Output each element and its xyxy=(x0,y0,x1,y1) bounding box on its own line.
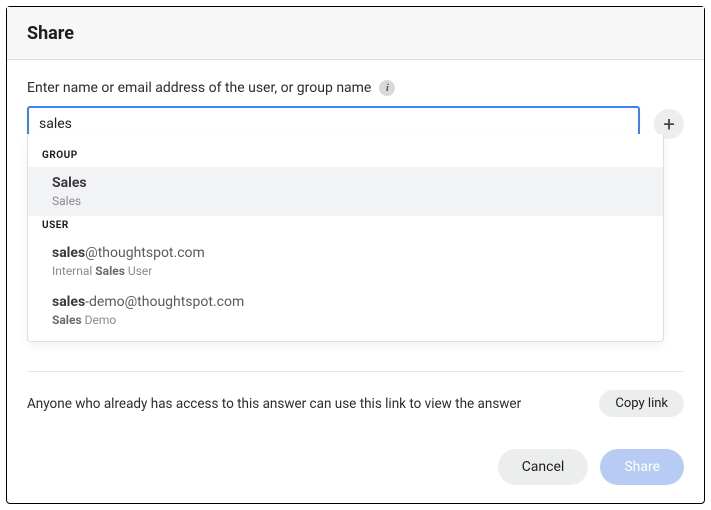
field-label-row: Enter name or email address of the user,… xyxy=(27,80,684,96)
modal-title: Share xyxy=(27,23,684,44)
share-modal: Share Enter name or email address of the… xyxy=(6,6,705,504)
link-description: Anyone who already has access to this an… xyxy=(27,396,521,412)
section-header-user: USER xyxy=(28,216,663,237)
info-icon[interactable]: i xyxy=(379,80,395,96)
field-label: Enter name or email address of the user,… xyxy=(27,80,371,96)
autocomplete-dropdown: GROUP Sales Sales USER sales@thoughtspot… xyxy=(27,134,664,342)
modal-footer: Cancel Share xyxy=(7,435,704,503)
result-primary: sales@thoughtspot.com xyxy=(52,245,649,261)
result-item-group[interactable]: Sales Sales xyxy=(28,167,663,216)
result-primary: sales-demo@thoughtspot.com xyxy=(52,294,649,310)
result-item-user[interactable]: sales@thoughtspot.com Internal Sales Use… xyxy=(28,237,663,286)
section-header-group: GROUP xyxy=(28,146,663,167)
cancel-button[interactable]: Cancel xyxy=(498,449,589,485)
share-button[interactable]: Share xyxy=(600,449,684,485)
plus-icon: + xyxy=(663,114,674,134)
link-row: Anyone who already has access to this an… xyxy=(7,372,704,435)
result-secondary: Internal Sales User xyxy=(52,264,649,278)
copy-link-button[interactable]: Copy link xyxy=(599,390,684,417)
result-secondary: Sales xyxy=(52,194,649,208)
result-secondary: Sales Demo xyxy=(52,313,649,327)
result-item-user[interactable]: sales-demo@thoughtspot.com Sales Demo xyxy=(28,286,663,335)
modal-header: Share xyxy=(7,7,704,60)
modal-body: Enter name or email address of the user,… xyxy=(7,60,704,371)
result-primary: Sales xyxy=(52,175,649,191)
